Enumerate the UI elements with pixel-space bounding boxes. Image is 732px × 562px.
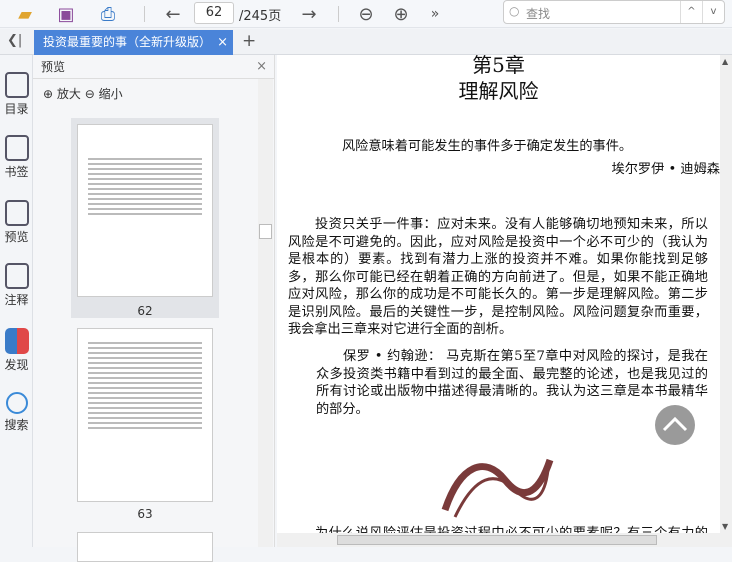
search-next-button[interactable]: v [702,1,724,23]
more-icon[interactable]: » [424,3,446,25]
scroll-to-top-button[interactable] [655,405,695,445]
add-tab-button[interactable]: + [242,31,256,51]
toolbar: ▰ ▣ ⎙ ← 62 /245页 → ⊖ ⊕ » ○ 查找 ^ v [0,0,732,28]
page-total: /245页 [239,9,282,24]
note-icon [4,263,29,289]
prev-page-icon[interactable]: ← [162,3,184,25]
thumbnail-label: 63 [137,507,153,521]
nav-search[interactable]: 搜索 [0,392,33,433]
preview-scrollbar[interactable] [258,79,273,547]
zoom-in-button[interactable]: 放大 [57,87,81,101]
nav-label: 发现 [4,358,29,372]
nav-toc[interactable]: 目录 [0,72,33,117]
nav-label: 注释 [4,293,29,307]
epigraph-author: 埃尔罗伊 • 迪姆森 [611,162,720,177]
horizontal-scroll-thumb[interactable] [337,535,657,545]
nav-discover[interactable]: 发现 [0,328,33,373]
page-thumbnail-62[interactable] [77,124,213,297]
zoom-out-icon[interactable]: ⊖ [85,87,95,101]
page-thumbnail-63[interactable] [77,328,213,502]
print-icon[interactable]: ⎙ [97,3,119,25]
paragraph-quote: 保罗 • 约翰逊： 马克斯在第5至7章中对风险的探讨，是我在众多投资类书籍中看到… [316,349,708,417]
chevron-up-icon [662,416,688,432]
nav-label: 搜索 [4,418,29,432]
list-icon [4,72,29,98]
preview-panel: 预览 × ⊕ 放大 ⊖ 缩小 62 63 [33,55,275,562]
tab-document[interactable]: 投资最重要的事（全新升级版） × [34,30,233,55]
preview-title: 预览 [41,60,66,74]
tab-label: 投资最重要的事（全新升级版） [43,35,212,49]
zoom-in-icon[interactable]: ⊕ [390,3,412,25]
document-page: 第5章 理解风险 风险意味着可能发生的事件多于确定发生的事件。 埃尔罗伊 • 迪… [277,55,720,533]
nav-preview[interactable]: 预览 [0,200,33,245]
search-placeholder: 查找 [526,7,551,21]
vertical-scrollbar[interactable]: ▲ ▼ [720,55,732,533]
paragraph: 投资只关乎一件事：应对未来。没有人能够确切地预知未来，所以风险是不可避免的。因此… [288,217,708,337]
search-input[interactable]: ○ 查找 ^ v [503,0,725,24]
bookmark-icon [4,135,29,161]
zoom-in-icon[interactable]: ⊕ [43,87,53,101]
collapse-sidebar-button[interactable]: ❮| [7,33,22,48]
chapter-title: 理解风险 [458,79,539,103]
search-icon: ○ [509,4,520,18]
nav-label: 目录 [4,102,29,116]
preview-zoom-controls: ⊕ 放大 ⊖ 缩小 [43,85,123,102]
search-icon [5,392,28,414]
horizontal-scrollbar[interactable] [277,533,732,547]
save-icon[interactable]: ▣ [55,3,77,25]
apps-icon [4,328,29,354]
side-nav: 目录 书签 预览 注释 发现 搜索 [0,55,33,547]
next-page-icon[interactable]: → [298,3,320,25]
zoom-out-button[interactable]: 缩小 [99,87,123,101]
nav-label: 预览 [4,230,29,244]
search-prev-button[interactable]: ^ [680,1,702,23]
nav-bookmarks[interactable]: 书签 [0,135,33,180]
preview-header: 预览 × [33,55,275,79]
nav-label: 书签 [4,165,29,179]
epigraph: 风险意味着可能发生的事件多于确定发生的事件。 [342,139,633,154]
paragraph: 为什么说风险评估是投资过程中必不可少的要素呢？有三个有力的理由 [288,525,708,533]
page-number-input[interactable]: 62 [194,2,234,24]
zoom-out-icon[interactable]: ⊖ [355,3,377,25]
close-preview-icon[interactable]: × [256,55,267,79]
thumbnail-label: 62 [137,304,153,318]
close-tab-icon[interactable]: × [217,30,228,55]
tab-bar: ❮| 投资最重要的事（全新升级版） × + [0,29,732,55]
page-thumbnail-64[interactable] [77,532,213,562]
nav-annotations[interactable]: 注释 [0,263,33,308]
pages-icon [4,200,29,226]
open-folder-icon[interactable]: ▰ [14,3,36,25]
ornament-image [441,458,554,518]
